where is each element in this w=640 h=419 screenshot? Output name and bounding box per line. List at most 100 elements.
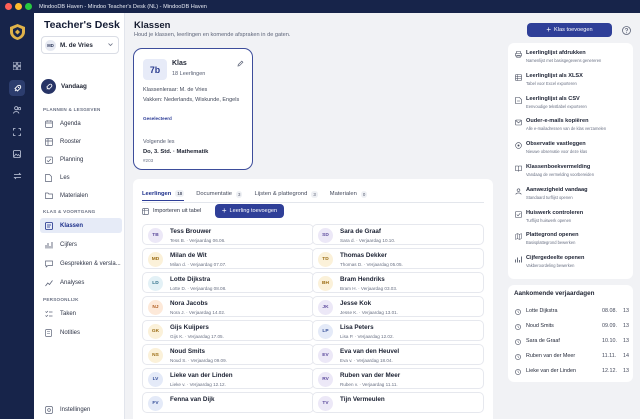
window-titlebar: MindooDB Haven - Mindoo Teacher's Desk (… <box>0 0 640 13</box>
sidebar-item-label: Rooster <box>60 138 82 145</box>
tab-leerlingen[interactable]: Leerlingen 18 <box>142 187 185 201</box>
clock-icon <box>515 353 521 360</box>
import-label: Importeren uit tabel <box>153 208 202 214</box>
quick-action-item[interactable]: Observatie vastleggen Nieuwe observatie v… <box>508 138 633 158</box>
student-card[interactable]: LD Lotte Dijkstra Lotte D. · Verjaardag 08… <box>142 272 314 293</box>
student-card[interactable]: MD Milan de Wit Milan d. · Verjaardag 07.0… <box>142 248 314 269</box>
quick-action-subtitle: Eenvoudige tekstlabel exporteren <box>526 103 587 109</box>
birthday-name: Sara de Graaf <box>526 338 560 344</box>
sidebar-item-instellingen[interactable]: Instellingen <box>40 402 122 417</box>
window-minimize-button[interactable] <box>15 3 22 10</box>
class-card[interactable]: 7b Klas 18 Leerlingen Klassenleraar: M. … <box>133 48 253 170</box>
sidebar-item-notities[interactable]: Notities <box>40 325 122 340</box>
app-brand: Teacher's Desk <box>44 19 120 31</box>
tab-materialen[interactable]: Materialen 0 <box>330 187 368 201</box>
rail-rocket-icon[interactable] <box>9 80 25 96</box>
quick-action-item[interactable]: Leerlinglijst als XLSX Tabel voor Excel e… <box>508 70 633 90</box>
book-icon <box>515 165 522 172</box>
sidebar: Teacher's Desk MD M. de Vries Vandaag PL… <box>34 13 125 419</box>
student-avatar: MD <box>148 252 163 267</box>
sidebar-item-agenda[interactable]: Agenda <box>40 116 122 131</box>
sidebar-item-label: Analyses <box>60 279 85 286</box>
student-name: Gijs Kuijpers <box>170 324 209 331</box>
table-icon <box>44 137 53 146</box>
map-icon <box>515 233 522 241</box>
rail-people-icon[interactable] <box>9 102 25 118</box>
quick-action-subtitle: Namenlijst met basisgegevens genereren <box>526 58 602 63</box>
quick-action-item[interactable]: Plattegrond openen Basisplattegrond bewer… <box>508 229 633 249</box>
quick-action-item[interactable]: Ouder-e-mails kopiëren Alle e-mailadresse… <box>508 115 633 135</box>
student-card[interactable]: TB Tess Brouwer Tess B. · Verjaardag 06.06… <box>142 224 314 245</box>
clock-icon <box>515 308 521 315</box>
quick-action-title: Cijfergedeelte openen <box>526 255 585 262</box>
planning-icon <box>44 155 53 164</box>
rail-scan-icon[interactable] <box>9 124 25 140</box>
student-card[interactable]: TD Thomas Dekker Thomas D. · Verjaardag 05… <box>312 248 484 269</box>
student-card[interactable]: SD Sara de Graaf Sara d. · Verjaardag 10.1… <box>312 224 484 245</box>
class-icon <box>44 221 53 230</box>
student-avatar: NJ <box>148 300 163 315</box>
student-card[interactable]: TV Tijn Vermeulen <box>312 392 484 413</box>
birthday-row[interactable]: Sara de Graaf 10.10. 13 <box>508 336 633 348</box>
quick-action-item[interactable]: Cijfergedeelte openen Vakberoordeling bew… <box>508 252 633 272</box>
birthday-row[interactable]: Ruben van der Meer 11.11. 14 <box>508 351 633 363</box>
tab-count: 3 <box>236 190 243 198</box>
sidebar-item-rooster[interactable]: Rooster <box>40 134 122 149</box>
rail-grid-icon[interactable] <box>9 58 25 74</box>
window-close-button[interactable] <box>5 3 12 10</box>
sidebar-item-materialen[interactable]: Materialen <box>40 188 122 203</box>
student-card[interactable]: BH Bram Hendriks Bram H. · Verjaardag 03.0… <box>312 272 484 293</box>
help-icon[interactable] <box>622 26 631 35</box>
student-card[interactable]: JK Jesse Kok Jesse K. · Verjaardag 13.01. <box>312 296 484 317</box>
quick-action-item[interactable]: Huiswerk controleren Turflijst huiswerk o… <box>508 207 633 227</box>
quick-action-item[interactable]: Klassenboekvermelding Vandaag de vermeldi… <box>508 161 633 181</box>
student-card[interactable]: LP Lisa Peters Lisa P. · Verjaardag 12.02. <box>312 320 484 341</box>
tab-count: 18 <box>175 190 185 197</box>
sidebar-item-klassen[interactable]: Klassen <box>40 218 122 233</box>
student-avatar: RV <box>318 372 333 387</box>
pencil-icon[interactable] <box>237 60 244 67</box>
app-logo-icon <box>10 24 25 40</box>
class-code: 7b <box>143 59 167 80</box>
student-card[interactable]: RV Ruben van der Meer Ruben v. · Verjaarda… <box>312 368 484 389</box>
user-name: M. de Vries <box>60 41 93 49</box>
student-name: Fenna van Dijk <box>170 396 215 403</box>
tab-lijsten[interactable]: Lijsten & plattegrond 3 <box>254 187 318 201</box>
student-meta: Thomas D. · Verjaardag 05.05. <box>340 261 403 267</box>
birthday-row[interactable]: Noud Smits 09.09. 13 <box>508 321 633 333</box>
tab-documentatie[interactable]: Documentatie 3 <box>196 187 243 201</box>
student-card[interactable]: FV Fenna van Dijk <box>142 392 314 413</box>
sidebar-item-les[interactable]: Les <box>40 170 122 185</box>
student-name: Lieke van der Linden <box>170 372 233 379</box>
quick-action-item[interactable]: Aanwezigheid vandaag Standaard turflijst … <box>508 184 633 204</box>
student-card[interactable]: GK Gijs Kuijpers Gijs K. · Verjaardag 17.0… <box>142 320 314 341</box>
student-card[interactable]: EV Eva van den Heuvel Eva v. · Verjaardag … <box>312 344 484 365</box>
quick-action-item[interactable]: Leerlinglijst als CSV Eenvoudige tekstlab… <box>508 93 633 113</box>
quick-actions-panel: Leerlinglijst afdrukken Namenlijst met ba… <box>508 43 633 279</box>
student-avatar: GK <box>148 324 163 339</box>
sidebar-item-today[interactable]: Vandaag <box>41 79 87 94</box>
students-panel: Leerlingen 18 Documentatie 3 Lijsten & pla… <box>133 179 493 419</box>
chat-icon <box>44 259 53 268</box>
sidebar-item-taken[interactable]: Taken <box>40 306 122 321</box>
add-class-button[interactable]: + Klas toevoegen <box>527 23 612 37</box>
sidebar-item-cijfers[interactable]: Cijfers <box>40 237 122 252</box>
student-card[interactable]: NJ Nora Jacobs Nora J. · Verjaardag 14.02. <box>142 296 314 317</box>
add-student-button[interactable]: + Leerling toevoegen <box>215 204 284 218</box>
window-maximize-button[interactable] <box>25 3 32 10</box>
student-meta: Jesse K. · Verjaardag 13.01. <box>340 309 398 315</box>
student-card[interactable]: LV Lieke van der Linden Lieke v. · Verjaar… <box>142 368 314 389</box>
sidebar-item-analyses[interactable]: Analyses <box>40 275 122 290</box>
student-card[interactable]: NS Noud Smits Noud S. · Verjaardag 09.09. <box>142 344 314 365</box>
birthday-row[interactable]: Lotte Dijkstra 08.08. 13 <box>508 306 633 318</box>
profile-selector[interactable]: MD M. de Vries <box>41 36 119 54</box>
rail-image-icon[interactable] <box>9 146 25 162</box>
quick-action-item[interactable]: Leerlinglijst afdrukken Namenlijst met ba… <box>508 47 633 67</box>
page-title: Klassen <box>134 20 171 31</box>
sidebar-item-gesprekken[interactable]: Gesprekken & versla... <box>40 256 122 271</box>
import-button[interactable]: Importeren uit tabel <box>142 205 201 217</box>
student-avatar: SD <box>318 228 333 243</box>
sidebar-item-planning[interactable]: Planning <box>40 152 122 167</box>
birthday-row[interactable]: Lieke van der Linden 12.12. 13 <box>508 366 633 378</box>
rail-transfer-icon[interactable] <box>9 168 25 184</box>
